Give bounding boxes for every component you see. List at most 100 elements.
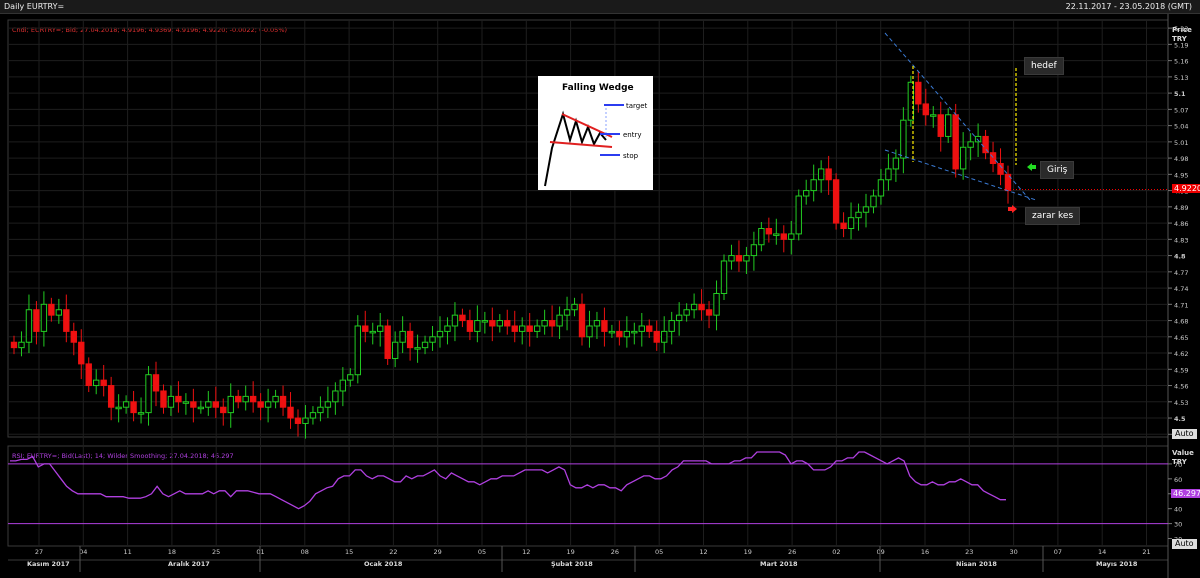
- price-tick-label: 4.71: [1174, 301, 1188, 309]
- candle-body: [593, 320, 601, 327]
- x-day-tick-label: 27: [35, 548, 43, 556]
- price-tick-label: 5.04: [1174, 123, 1188, 131]
- candle-body: [847, 217, 855, 230]
- candle-body: [616, 330, 623, 338]
- candle-body: [795, 195, 802, 235]
- rsi-info-text: RSI; EURTRY=; Bid(Last); 14; Wilder Smoo…: [12, 452, 234, 460]
- candle-body: [474, 320, 481, 332]
- price-tick-label: 4.98: [1174, 155, 1188, 163]
- candle-body: [623, 330, 631, 338]
- x-day-tick-label: 19: [744, 548, 752, 556]
- rsi-axis-title: Value: [1172, 449, 1194, 457]
- candle-body: [608, 330, 616, 334]
- price-tick-label: 4.5: [1174, 415, 1186, 423]
- candle-body: [122, 401, 130, 408]
- rsi-line: [10, 451, 1006, 510]
- candle-body: [212, 401, 219, 408]
- x-day-tick-label: 11: [123, 548, 131, 556]
- candle-body: [264, 401, 272, 408]
- rsi-auto-button[interactable]: Auto: [1172, 539, 1197, 549]
- candle-body: [900, 119, 907, 159]
- x-month-label: Nisan 2018: [956, 560, 997, 568]
- x-day-tick-label: 15: [345, 548, 353, 556]
- price-tick-label: 4.65: [1174, 334, 1188, 342]
- candle-body: [399, 330, 406, 343]
- x-day-tick-label: 05: [478, 548, 486, 556]
- rsi-tick-label: 60: [1174, 476, 1182, 484]
- inset-target-label: target: [626, 102, 648, 110]
- candle-body: [855, 211, 862, 219]
- candle-body: [137, 412, 145, 415]
- candle-body: [997, 163, 1004, 175]
- candle-body: [93, 379, 100, 387]
- candle-body: [937, 114, 944, 137]
- x-month-label: Kasım 2017: [27, 560, 70, 568]
- price-tick-label: 4.83: [1174, 236, 1188, 244]
- inset-entry-label: entry: [623, 131, 642, 139]
- candle-body: [862, 206, 870, 213]
- candle-body: [519, 325, 526, 332]
- candle-body: [160, 390, 167, 408]
- price-tick-label: 5.13: [1174, 74, 1188, 82]
- inset-stop-label: stop: [623, 152, 639, 160]
- candle-body: [459, 314, 466, 322]
- candle-body: [227, 395, 234, 414]
- candle-body: [25, 309, 33, 343]
- x-day-tick-label: 18: [168, 548, 176, 556]
- candle-body: [33, 309, 40, 332]
- price-tick-label: 4.95: [1174, 171, 1188, 179]
- price-tick-label: 5.16: [1174, 58, 1188, 66]
- x-month-label: Ocak 2018: [364, 560, 403, 568]
- candle-body: [414, 347, 421, 350]
- candle-body: [466, 320, 474, 332]
- candle-body: [945, 114, 952, 137]
- stop-arrow-icon: [1008, 205, 1017, 213]
- entry-label: Giriş: [1040, 161, 1075, 179]
- candle-body: [40, 303, 48, 332]
- candle-body: [563, 309, 571, 316]
- candle-body: [526, 325, 533, 332]
- candle-body: [705, 309, 713, 316]
- candle-body: [743, 255, 750, 262]
- price-tick-label: 4.86: [1174, 220, 1188, 228]
- candle-body: [242, 395, 249, 403]
- entry-arrow-icon: [1027, 163, 1036, 171]
- x-month-label: Aralık 2017: [168, 560, 210, 568]
- price-auto-button[interactable]: Auto: [1172, 429, 1197, 439]
- candle-body: [391, 341, 399, 359]
- falling-wedge-diagram: Falling Wedge target entry stop: [544, 83, 648, 187]
- candle-body: [384, 325, 391, 359]
- candle-body: [720, 260, 728, 294]
- candle-body: [436, 330, 444, 338]
- rsi-tick-label: 70: [1174, 461, 1182, 469]
- wedge-lower-line: [549, 141, 613, 148]
- x-month-label: Mart 2018: [760, 560, 798, 568]
- candle-body: [429, 336, 436, 343]
- price-tick-label: 4.68: [1174, 318, 1188, 326]
- candle-body: [683, 309, 690, 316]
- candle-body: [377, 325, 384, 332]
- candle-body: [115, 406, 122, 410]
- candle-body: [339, 379, 347, 392]
- x-day-tick-label: 14: [1098, 548, 1106, 556]
- candle-body: [646, 325, 653, 332]
- candle-body: [653, 330, 660, 343]
- candle-body: [541, 320, 548, 327]
- candle-body: [107, 385, 115, 408]
- candle-body: [952, 114, 959, 170]
- candle-body: [892, 157, 900, 170]
- candle-body: [235, 395, 242, 403]
- candle-body: [182, 401, 190, 404]
- price-tick-label: 4.59: [1174, 366, 1188, 374]
- x-day-tick-label: 12: [522, 548, 530, 556]
- candle-body: [496, 320, 503, 327]
- candle-body: [481, 320, 489, 323]
- candle-body: [989, 152, 997, 165]
- candle-body: [817, 168, 825, 181]
- x-day-tick-label: 12: [699, 548, 707, 556]
- x-day-tick-label: 02: [832, 548, 840, 556]
- candle-body: [548, 320, 556, 327]
- candle-body: [451, 314, 459, 327]
- candle-body: [638, 325, 645, 332]
- x-day-tick-label: 08: [301, 548, 309, 556]
